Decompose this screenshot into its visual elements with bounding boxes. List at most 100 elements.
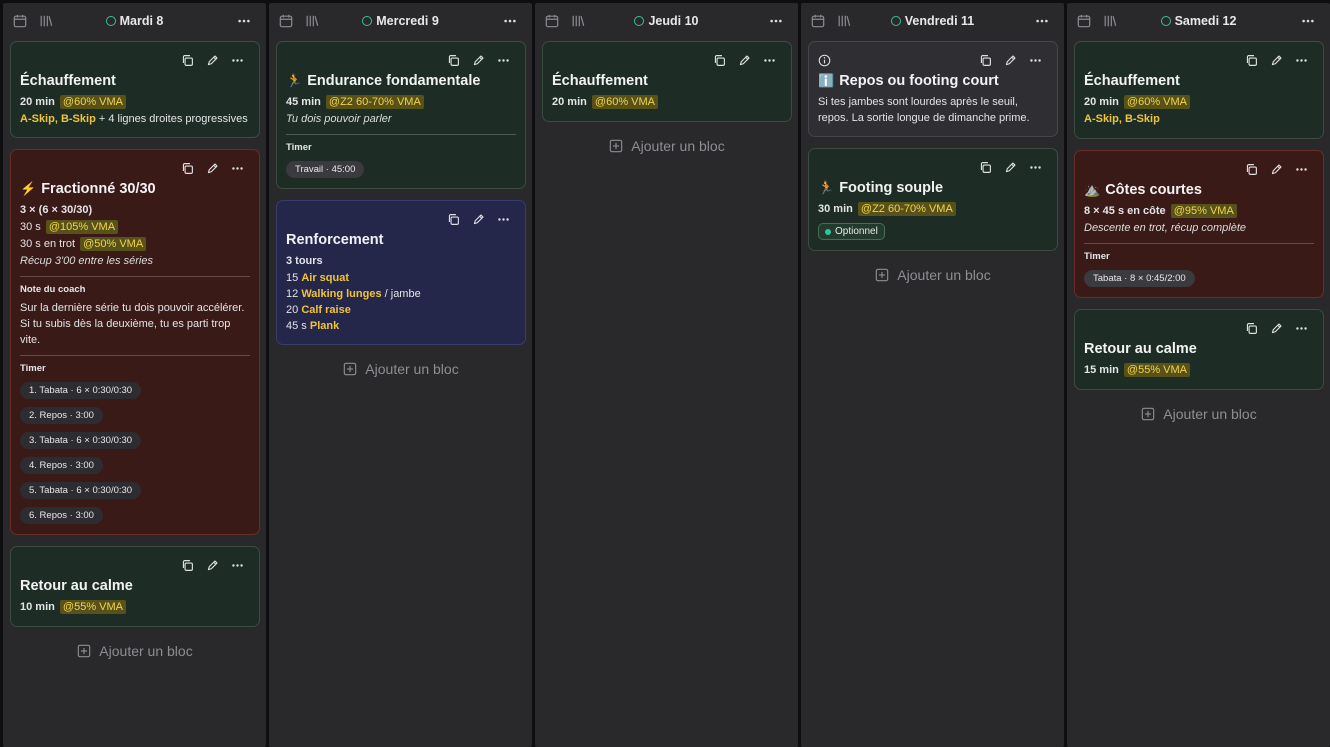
drill-text: + 4 lignes droites progressives — [95, 113, 248, 125]
exercise-reps: 20 — [286, 304, 299, 316]
duplicate-icon[interactable] — [447, 54, 460, 67]
duplicate-icon[interactable] — [181, 559, 194, 572]
library-icon[interactable] — [837, 14, 851, 28]
edit-icon[interactable] — [1004, 54, 1017, 67]
more-icon[interactable] — [231, 162, 244, 175]
block-card-rest[interactable]: ℹ️ Repos ou footing court Si tes jambes s… — [808, 41, 1058, 137]
edit-icon[interactable] — [1270, 54, 1283, 67]
edit-icon[interactable] — [472, 213, 485, 226]
exercise-link[interactable]: Calf raise — [301, 304, 351, 316]
column-header: Mardi 8 — [3, 3, 266, 39]
day-title: Jeudi 10 — [648, 14, 699, 28]
more-icon[interactable] — [1034, 14, 1050, 28]
exercise-link[interactable]: Walking lunges — [301, 288, 381, 300]
more-icon[interactable] — [1295, 54, 1308, 67]
edit-icon[interactable] — [206, 162, 219, 175]
optional-badge: Optionnel — [818, 223, 885, 240]
status-dot — [890, 16, 901, 26]
duplicate-icon[interactable] — [181, 162, 194, 175]
intensity-chip: @55% VMA — [59, 600, 126, 614]
add-block-button[interactable]: Ajouter un bloc — [542, 133, 792, 159]
calendar-icon[interactable] — [1077, 14, 1091, 28]
duplicate-icon[interactable] — [447, 213, 460, 226]
duplicate-icon[interactable] — [1245, 163, 1258, 176]
mountain-icon: ⛰️ — [1084, 182, 1101, 197]
more-icon[interactable] — [1029, 54, 1042, 67]
library-icon[interactable] — [39, 14, 53, 28]
add-block-button[interactable]: Ajouter un bloc — [276, 356, 526, 382]
exercise-link[interactable]: Air squat — [301, 272, 349, 284]
runner-icon: 🏃 — [818, 180, 835, 195]
duplicate-icon[interactable] — [1245, 322, 1258, 335]
add-block-button[interactable]: Ajouter un bloc — [1074, 401, 1324, 427]
block-card-cooldown[interactable]: Retour au calme 15 min @55% VMA — [1074, 309, 1324, 390]
intensity-chip: @60% VMA — [59, 95, 126, 109]
block-duration: 20 min — [1084, 96, 1119, 108]
day-column-jeudi: Jeudi 10 Échauffement 20 min @60% VMA Aj… — [535, 3, 798, 747]
exercise-link[interactable]: Plank — [310, 320, 339, 332]
edit-icon[interactable] — [1004, 161, 1017, 174]
block-card-intervals[interactable]: ⚡ Fractionné 30/30 3 × (6 × 30/30) 30 s @… — [10, 149, 260, 535]
block-title: Côtes courtes — [1105, 182, 1202, 198]
more-icon[interactable] — [1295, 163, 1308, 176]
block-card-warmup[interactable]: Échauffement 20 min @60% VMA A-Skip, B-S… — [1074, 41, 1324, 139]
edit-icon[interactable] — [1270, 163, 1283, 176]
duplicate-icon[interactable] — [713, 54, 726, 67]
block-duration: 20 min — [20, 96, 55, 108]
library-icon[interactable] — [1103, 14, 1117, 28]
timer-step: Travail · 45:00 — [286, 161, 365, 178]
edit-icon[interactable] — [1270, 322, 1283, 335]
block-card-hills[interactable]: ⛰️ Côtes courtes 8 × 45 s en côte @95% VM… — [1074, 150, 1324, 298]
intensity-chip: @Z2 60-70% VMA — [325, 95, 424, 109]
timer-label: Timer — [20, 363, 46, 374]
more-icon[interactable] — [768, 14, 784, 28]
more-icon[interactable] — [231, 54, 244, 67]
add-block-button[interactable]: Ajouter un bloc — [10, 638, 260, 664]
more-icon[interactable] — [1300, 14, 1316, 28]
calendar-icon[interactable] — [545, 14, 559, 28]
duplicate-icon[interactable] — [181, 54, 194, 67]
status-dot — [105, 16, 116, 26]
edit-icon[interactable] — [738, 54, 751, 67]
drill-link[interactable]: A-Skip, B-Skip — [20, 113, 96, 125]
intensity-chip: @95% VMA — [1170, 204, 1237, 218]
block-card-strength[interactable]: Renforcement 3 tours 15 Air squat 12 Wal… — [276, 200, 526, 345]
status-dot — [362, 16, 373, 26]
library-icon[interactable] — [305, 14, 319, 28]
library-icon[interactable] — [571, 14, 585, 28]
more-icon[interactable] — [231, 559, 244, 572]
duplicate-icon[interactable] — [979, 161, 992, 174]
edit-icon[interactable] — [472, 54, 485, 67]
block-note-italic: Descente en trot, récup complète — [1084, 222, 1247, 234]
timer-label: Timer — [286, 142, 312, 153]
duplicate-icon[interactable] — [1245, 54, 1258, 67]
add-block-button[interactable]: Ajouter un bloc — [808, 262, 1058, 288]
block-card-cooldown[interactable]: Retour au calme 10 min @55% VMA — [10, 546, 260, 627]
block-card-endurance[interactable]: 🏃 Endurance fondamentale 45 min @Z2 60-70… — [276, 41, 526, 189]
column-header: Samedi 12 — [1067, 3, 1330, 39]
more-icon[interactable] — [236, 14, 252, 28]
calendar-icon[interactable] — [13, 14, 27, 28]
calendar-icon[interactable] — [279, 14, 293, 28]
duplicate-icon[interactable] — [979, 54, 992, 67]
edit-icon[interactable] — [206, 54, 219, 67]
more-icon[interactable] — [1295, 322, 1308, 335]
more-icon[interactable] — [497, 213, 510, 226]
drill-link[interactable]: A-Skip, B-Skip — [1084, 113, 1160, 125]
more-icon[interactable] — [763, 54, 776, 67]
block-title: Échauffement — [1084, 73, 1180, 89]
calendar-icon[interactable] — [811, 14, 825, 28]
block-card-easy-run[interactable]: 🏃 Footing souple 30 min @Z2 60-70% VMA Op… — [808, 148, 1058, 251]
badge-label: Optionnel — [835, 226, 878, 237]
more-icon[interactable] — [502, 14, 518, 28]
block-card-warmup[interactable]: Échauffement 20 min @60% VMA — [542, 41, 792, 122]
intensity-chip: @50% VMA — [80, 237, 147, 251]
block-title: Repos ou footing court — [839, 73, 999, 89]
more-icon[interactable] — [1029, 161, 1042, 174]
edit-icon[interactable] — [206, 559, 219, 572]
day-title: Mardi 8 — [119, 14, 164, 28]
rep-text: 30 s en trot — [20, 238, 76, 250]
block-card-warmup[interactable]: Échauffement 20 min @60% VMA A-Skip, B-S… — [10, 41, 260, 138]
more-icon[interactable] — [497, 54, 510, 67]
day-column-mercredi: Mercredi 9 🏃 Endurance fondamentale 45 mi… — [269, 3, 532, 747]
